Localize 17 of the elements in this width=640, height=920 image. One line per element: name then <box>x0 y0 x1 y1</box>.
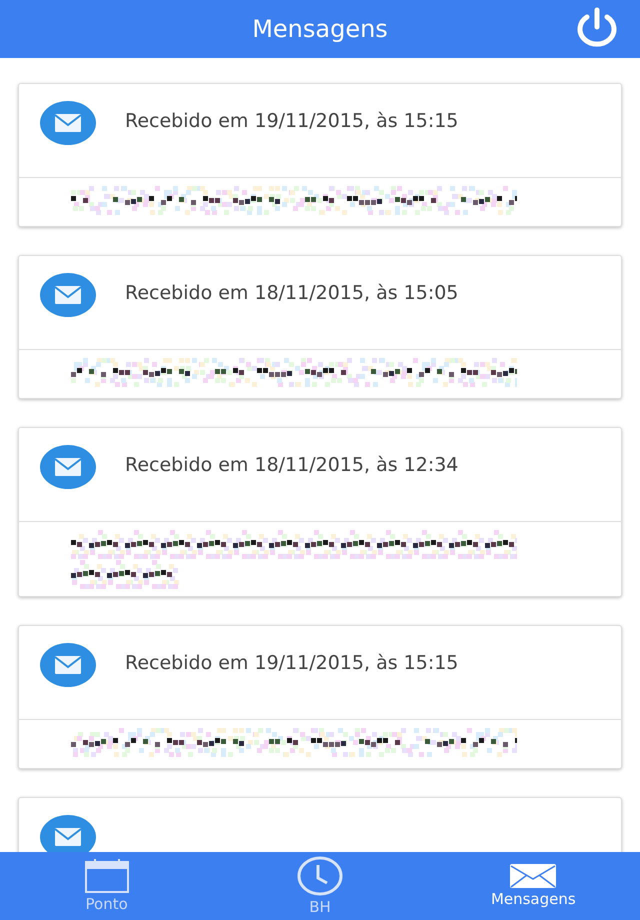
mail-icon <box>39 642 97 688</box>
received-date: Recebido em 19/11/2015, às 15:15 <box>125 652 458 674</box>
message-card[interactable]: Recebido em 19/11/2015, às 15:15 <box>18 625 622 769</box>
received-date: Recebido em 18/11/2015, às 15:05 <box>125 282 458 304</box>
mail-icon <box>39 444 97 490</box>
message-card[interactable]: Recebido em 18/11/2015, às 12:34 <box>18 427 622 597</box>
mail-icon <box>39 272 97 318</box>
message-card[interactable]: Recebido em 19/11/2015, às 15:15 <box>18 83 622 227</box>
tab[interactable]: Mensagens <box>426 852 640 920</box>
clock-icon <box>296 856 343 896</box>
message-card[interactable]: Recebido em 18/11/2015, às 15:05 <box>18 255 622 399</box>
mail-icon <box>39 100 97 146</box>
calendar-icon <box>84 859 129 893</box>
header-title: Mensagens <box>252 15 388 43</box>
received-date: Recebido em 18/11/2015, às 12:34 <box>125 454 458 476</box>
received-date: Recebido em 19/11/2015, às 15:15 <box>125 110 458 132</box>
mail-icon <box>510 864 556 888</box>
